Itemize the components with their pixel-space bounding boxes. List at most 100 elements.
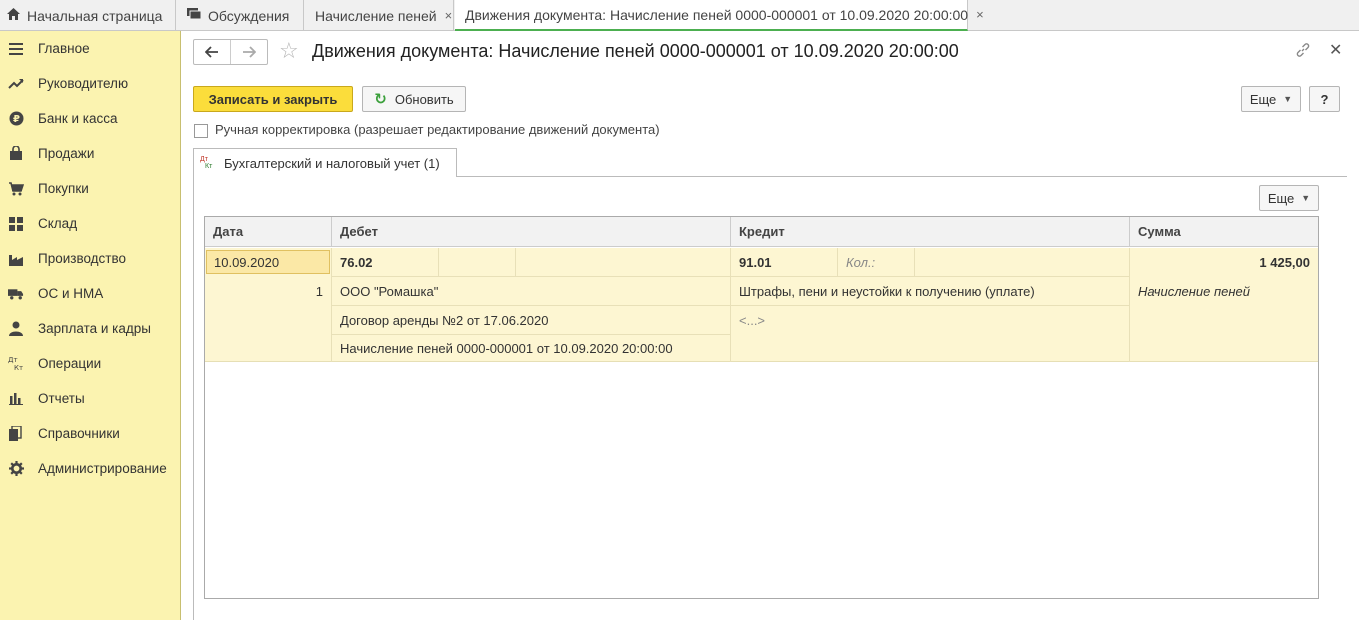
cell-credit-qty-label: Кол.: [846, 254, 876, 270]
sidebar-item-operations[interactable]: Дт Кт Операции [0, 346, 180, 381]
save-and-close-button[interactable]: Записать и закрыть [193, 86, 353, 112]
sidebar-item-label: Главное [38, 41, 90, 56]
tab-discussions[interactable]: Обсуждения [176, 0, 304, 31]
manual-edit-label: Ручная корректировка (разрешает редактир… [215, 122, 660, 137]
ruble-icon: ₽ [8, 111, 24, 127]
column-header-amount[interactable]: Сумма [1130, 217, 1318, 247]
more-label: Еще [1249, 91, 1277, 107]
sidebar: Главное Руководителю ₽ Банк и касса Прод… [0, 31, 181, 620]
top-tab-bar: Начальная страница Обсуждения Начисление… [0, 0, 1359, 31]
trend-icon [8, 76, 24, 92]
svg-text:₽: ₽ [13, 114, 20, 125]
cell-debit-subconto-2[interactable]: Договор аренды №2 от 17.06.2020 [340, 306, 548, 334]
tab-document-movements[interactable]: Движения документа: Начисление пеней 000… [455, 0, 984, 31]
cell-debit-account[interactable]: 76.02 [340, 248, 373, 276]
sidebar-item-label: ОС и НМА [38, 286, 104, 301]
cell-line-number[interactable]: 1 [205, 277, 323, 305]
forward-button[interactable] [231, 40, 267, 64]
tab-label: Начисление пеней [315, 7, 437, 24]
grid-icon [8, 216, 24, 232]
sidebar-item-reports[interactable]: Отчеты [0, 381, 180, 416]
close-icon[interactable]: × [445, 8, 453, 23]
sidebar-item-purchases[interactable]: Покупки [0, 171, 180, 206]
help-button[interactable]: ? [1309, 86, 1340, 112]
cell-credit-account[interactable]: 91.01 [739, 248, 772, 276]
cell-debit-subconto-1[interactable]: ООО "Ромашка" [340, 277, 438, 305]
main-content: ☆ Движения документа: Начисление пеней 0… [181, 31, 1359, 620]
tab-penalty-accrual[interactable]: Начисление пеней × [304, 0, 454, 31]
bar-chart-icon [8, 391, 24, 407]
cell-credit-subconto-1[interactable]: Штрафы, пени и неустойки к получению (уп… [739, 277, 1035, 305]
truck-icon [8, 286, 24, 302]
cart-icon [8, 181, 24, 197]
menu-icon [8, 41, 24, 57]
cell-content[interactable]: Начисление пеней [1138, 277, 1250, 305]
refresh-button[interactable]: ↻ Обновить [362, 86, 466, 112]
column-header-credit[interactable]: Кредит [731, 217, 1130, 247]
caret-down-icon: ▼ [1301, 193, 1311, 203]
tab-accounting-label: Бухгалтерский и налоговый учет (1) [224, 155, 440, 171]
sidebar-item-label: Руководителю [38, 76, 129, 91]
books-icon [8, 426, 24, 442]
panel-more-button[interactable]: Еще ▼ [1259, 185, 1319, 211]
close-icon[interactable]: × [976, 7, 984, 22]
tab-label: Движения документа: Начисление пеней 000… [465, 6, 969, 23]
page-title: Движения документа: Начисление пеней 000… [312, 41, 959, 61]
sidebar-item-main[interactable]: Главное [0, 31, 180, 66]
sidebar-item-label: Справочники [38, 426, 120, 441]
sidebar-item-label: Покупки [38, 181, 89, 196]
tab-label: Начальная страница [27, 7, 163, 24]
cell-amount[interactable]: 1 425,00 [1130, 248, 1310, 276]
tab-accounting[interactable]: Дт Кт Бухгалтерский и налоговый учет (1) [193, 148, 457, 177]
column-header-debit[interactable]: Дебет [332, 217, 731, 247]
arrow-left-icon [205, 46, 218, 58]
sidebar-item-label: Зарплата и кадры [38, 321, 151, 336]
chat-icon [186, 7, 202, 24]
svg-text:Кт: Кт [14, 364, 23, 371]
favorite-star-icon[interactable]: ☆ [279, 39, 299, 63]
history-nav [193, 39, 268, 65]
sidebar-item-label: Продажи [38, 146, 95, 161]
sidebar-item-label: Склад [38, 216, 78, 231]
sidebar-item-production[interactable]: Производство [0, 241, 180, 276]
sidebar-item-warehouse[interactable]: Склад [0, 206, 180, 241]
dt-kt-icon: Дт Кт [200, 156, 213, 170]
sidebar-item-manager[interactable]: Руководителю [0, 66, 180, 101]
cell-credit-subconto-2[interactable]: <...> [739, 306, 765, 334]
sidebar-item-sales[interactable]: Продажи [0, 136, 180, 171]
arrow-right-icon [243, 46, 256, 58]
help-label: ? [1320, 91, 1329, 107]
refresh-icon: ↻ [374, 91, 387, 108]
table-row[interactable]: 10.09.2020 1 76.02 ООО "Ромашка" Договор… [205, 248, 1318, 362]
sidebar-item-references[interactable]: Справочники [0, 416, 180, 451]
cell-date[interactable]: 10.09.2020 [206, 250, 330, 274]
factory-icon [8, 251, 24, 267]
column-header-date[interactable]: Дата [205, 217, 332, 247]
sidebar-item-label: Банк и касса [38, 111, 118, 126]
person-icon [8, 321, 24, 337]
sidebar-item-label: Операции [38, 356, 102, 371]
sidebar-item-label: Производство [38, 251, 127, 266]
sidebar-item-label: Отчеты [38, 391, 85, 406]
sidebar-item-fixed-assets[interactable]: ОС и НМА [0, 276, 180, 311]
save-and-close-label: Записать и закрыть [208, 91, 338, 107]
sidebar-item-bank[interactable]: ₽ Банк и касса [0, 101, 180, 136]
cell-debit-subconto-3[interactable]: Начисление пеней 0000-000001 от 10.09.20… [340, 335, 673, 362]
more-button[interactable]: Еще ▼ [1241, 86, 1301, 112]
panel-more-label: Еще [1267, 190, 1295, 206]
home-icon [6, 7, 21, 24]
close-window-icon[interactable]: ✕ [1329, 40, 1342, 60]
tab-home[interactable]: Начальная страница [0, 0, 176, 31]
back-button[interactable] [194, 40, 231, 64]
manual-edit-checkbox[interactable] [194, 124, 208, 138]
movements-table: Дата Дебет Кредит Сумма 10.09.2020 1 76.… [204, 216, 1319, 599]
sidebar-item-payroll[interactable]: Зарплата и кадры [0, 311, 180, 346]
sidebar-item-label: Администрирование [38, 461, 167, 476]
caret-down-icon: ▼ [1283, 94, 1293, 104]
tab-label: Обсуждения [208, 7, 290, 24]
refresh-label: Обновить [394, 91, 454, 107]
link-icon[interactable] [1295, 42, 1311, 62]
sidebar-item-administration[interactable]: Администрирование [0, 451, 180, 486]
bag-icon [8, 146, 24, 162]
gear-icon [8, 461, 24, 477]
